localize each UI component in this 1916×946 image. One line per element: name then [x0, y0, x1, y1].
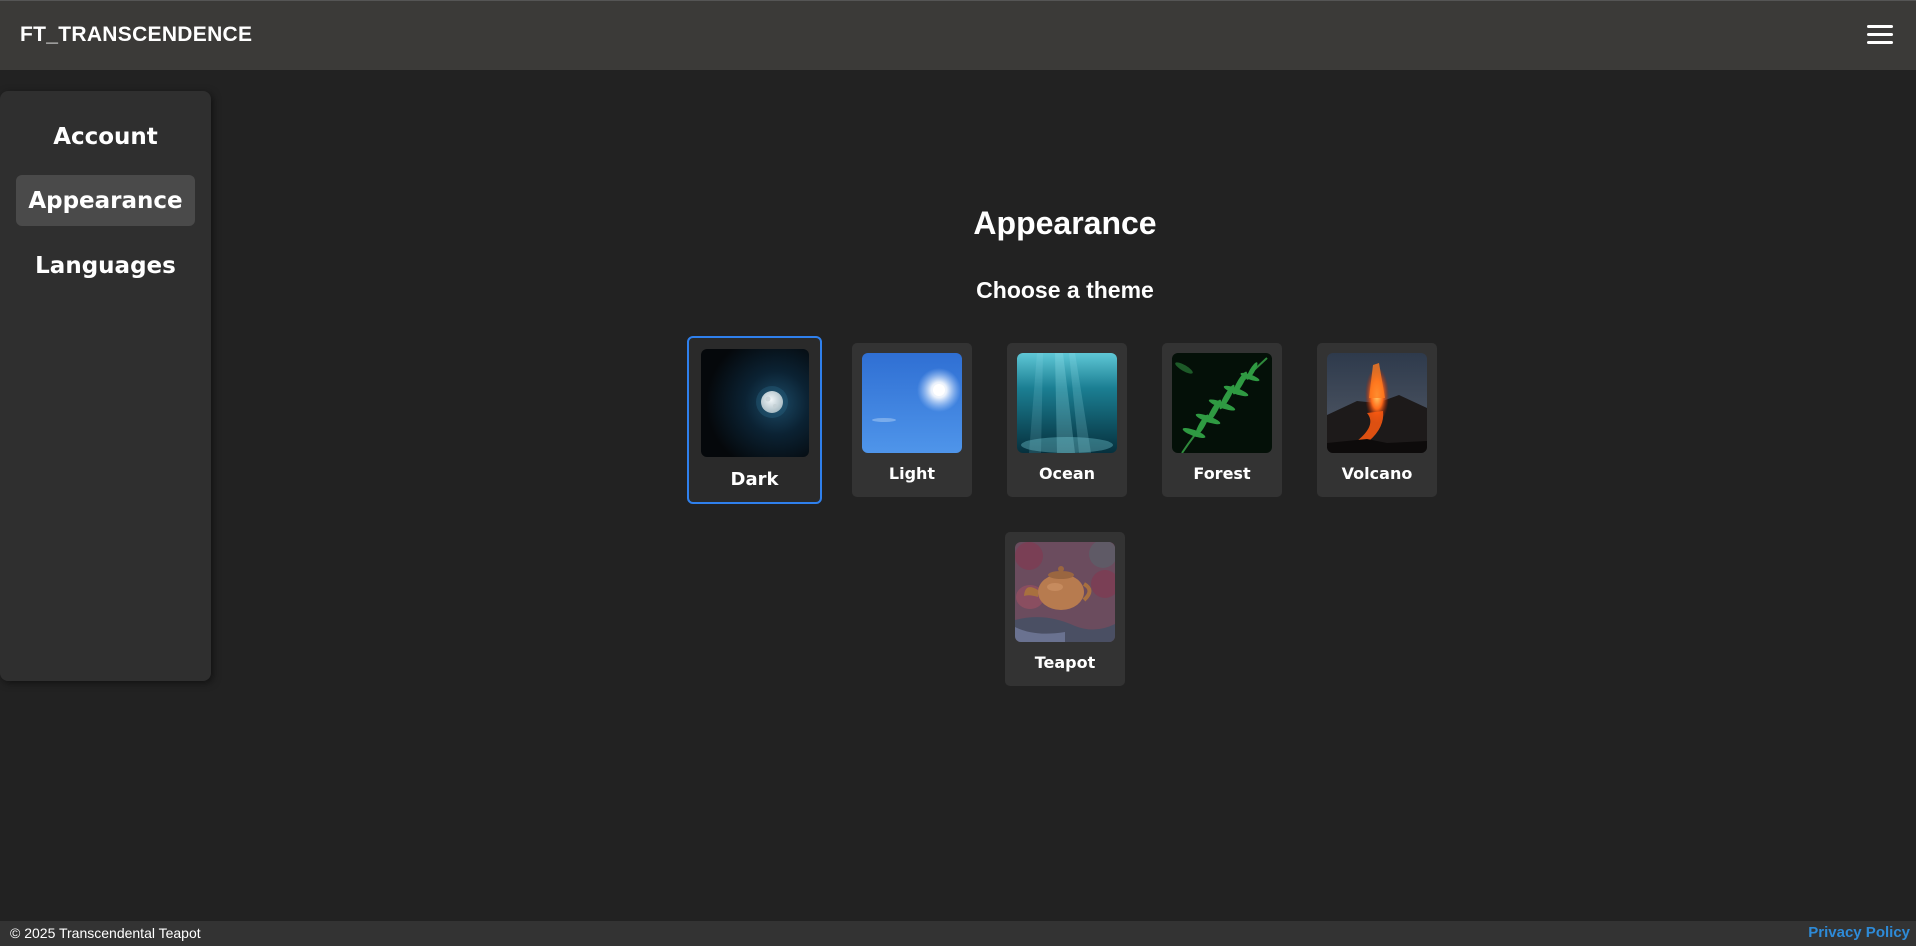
forest-theme-thumbnail	[1172, 353, 1272, 453]
top-navbar: FT_TRANSCENDENCE	[0, 0, 1916, 70]
teapot-theme-thumbnail	[1015, 542, 1115, 642]
theme-card-ocean[interactable]: Ocean	[1007, 343, 1127, 497]
light-theme-thumbnail	[862, 353, 962, 453]
theme-card-dark[interactable]: Dark	[687, 336, 822, 504]
theme-label: Light	[888, 464, 936, 483]
theme-label: Forest	[1193, 464, 1251, 483]
settings-sidebar: Account Appearance Languages	[0, 91, 211, 681]
theme-label: Ocean	[1038, 464, 1096, 483]
copyright-text: © 2025 Transcendental Teapot	[10, 925, 201, 941]
sidebar-item-label: Account	[53, 123, 158, 150]
dark-theme-thumbnail	[701, 349, 809, 457]
theme-label: Volcano	[1341, 464, 1413, 483]
brand-title[interactable]: FT_TRANSCENDENCE	[20, 23, 252, 47]
section-subtitle: Choose a theme	[976, 277, 1154, 303]
privacy-policy-link[interactable]: Privacy Policy	[1808, 924, 1910, 941]
page-title: Appearance	[973, 205, 1157, 241]
theme-card-teapot[interactable]: Teapot	[1005, 532, 1125, 686]
hamburger-menu-icon[interactable]	[1867, 25, 1893, 47]
theme-label: Teapot	[1034, 653, 1096, 672]
sidebar-item-label: Languages	[35, 252, 176, 279]
theme-card-forest[interactable]: Forest	[1162, 343, 1282, 497]
theme-card-light[interactable]: Light	[852, 343, 972, 497]
footer: © 2025 Transcendental Teapot Privacy Pol…	[0, 921, 1916, 946]
sidebar-item-account[interactable]: Account	[16, 111, 195, 162]
theme-card-volcano[interactable]: Volcano	[1317, 343, 1437, 497]
volcano-theme-thumbnail	[1327, 353, 1427, 453]
theme-label: Dark	[730, 469, 779, 490]
ocean-theme-thumbnail	[1017, 353, 1117, 453]
